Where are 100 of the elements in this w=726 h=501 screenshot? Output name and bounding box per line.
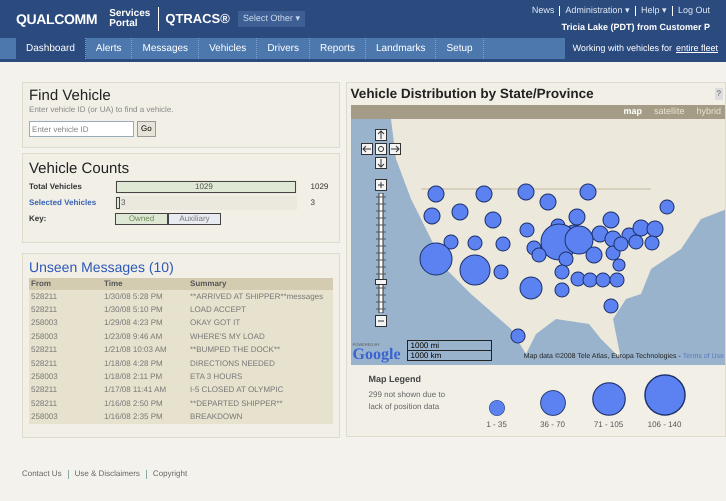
nav-tab[interactable]: Vehicles [199, 38, 258, 59]
legend-title: Map Legend [368, 373, 422, 386]
vehicle-bubble[interactable] [613, 236, 628, 252]
vehicle-bubble[interactable] [519, 276, 542, 300]
vehicle-bubble[interactable] [451, 204, 468, 220]
vehicle-id-field[interactable]: Enter vehicle ID [29, 121, 134, 137]
nav-tab[interactable]: Setup [436, 38, 484, 59]
selected-vehicles-link[interactable]: Selected Vehicles [29, 197, 115, 209]
google-wordmark: Google [352, 347, 401, 363]
legend-range: 106 - 140 [648, 419, 682, 431]
pan-arrow-icon [374, 157, 387, 169]
vehicle-bubble[interactable] [595, 272, 610, 288]
zoom-slider-thumb[interactable] [374, 278, 387, 284]
vehicle-bubble[interactable] [605, 246, 620, 260]
table-cell: BREAKDOWN [188, 410, 333, 424]
table-cell: 528211 [29, 303, 102, 317]
table-cell: 1/17/08 11:41 AM [102, 384, 188, 398]
vehicle-bubble[interactable] [568, 208, 586, 226]
help-button[interactable]: ? [714, 88, 723, 100]
panel-title: Vehicle Counts [29, 160, 130, 177]
nav-tab[interactable]: Messages [132, 38, 200, 59]
vehicle-bubble[interactable] [531, 248, 546, 262]
bar-value: 3 [121, 197, 126, 209]
legend-note: 299 not shown due to lack of position data [368, 388, 446, 412]
vehicle-bubble[interactable] [539, 194, 556, 210]
panel-title: Unseen Messages (10) [29, 258, 175, 276]
table-cell: ETA 3 HOURS [188, 370, 333, 384]
vehicle-bubble[interactable] [644, 236, 660, 250]
legend-bubble [644, 374, 686, 416]
header-link[interactable]: Help ▾ [640, 4, 667, 18]
vehicle-bubble[interactable] [609, 272, 624, 288]
zoom-slider[interactable] [374, 193, 387, 313]
entire-fleet-link[interactable]: entire fleet [676, 42, 718, 56]
table-cell: **DEPARTED SHIPPER** [188, 397, 333, 411]
nav-tab[interactable]: Landmarks [366, 38, 436, 59]
vehicle-bubble[interactable] [519, 222, 534, 238]
go-button[interactable]: Go [137, 121, 156, 137]
select-other-dropdown[interactable]: Select Other ▾ [238, 11, 306, 27]
vehicle-bubble[interactable] [475, 186, 492, 202]
vehicle-bubble[interactable] [632, 220, 650, 236]
vehicle-bubble[interactable] [579, 184, 596, 200]
vehicle-bubble[interactable] [510, 328, 526, 344]
hint-text: Enter vehicle ID (or UA) to find a vehicle. [29, 104, 175, 116]
vehicle-bubble[interactable] [602, 212, 620, 228]
column-header: Time [102, 278, 188, 290]
vehicle-bubble[interactable] [493, 264, 508, 280]
portal-name: Services [109, 9, 150, 19]
table-cell: 258003 [29, 330, 102, 344]
header-link[interactable]: Administration ▾ [565, 4, 630, 18]
legend-range: 36 - 70 [540, 419, 565, 431]
portal-name: Portal [109, 19, 139, 29]
company-logo: QUALCOMM [16, 10, 98, 29]
vehicle-bubble[interactable] [443, 234, 458, 250]
pan-arrow-icon [388, 143, 401, 155]
table-cell: DIRECTIONS NEEDED [188, 356, 333, 370]
footer-link[interactable]: Contact Us [22, 468, 62, 480]
vehicle-bubble[interactable] [495, 236, 510, 252]
vehicle-bubble[interactable] [585, 246, 602, 264]
vehicle-bubble[interactable] [467, 236, 482, 250]
nav-tab[interactable]: Drivers [257, 38, 310, 59]
table-cell: 1/16/08 2:35 PM [102, 410, 188, 424]
table-cell: OKAY GOT IT [188, 316, 333, 330]
vehicle-bubble[interactable] [659, 200, 674, 214]
vehicle-bubble[interactable] [459, 254, 490, 286]
scale-label: 1000 km [410, 351, 442, 360]
footer-link[interactable]: Copyright [152, 468, 188, 480]
vehicle-bubble[interactable] [427, 186, 444, 202]
table-cell: 258003 [29, 410, 102, 424]
nav-tab[interactable]: Alerts [86, 38, 132, 59]
vehicle-bubble[interactable] [558, 252, 574, 266]
vehicle-bubble[interactable] [570, 272, 586, 286]
vehicle-bubble[interactable] [517, 184, 534, 200]
vehicle-bubble[interactable] [554, 264, 570, 280]
pan-arrow-icon [374, 129, 387, 141]
count-value: 3 [310, 197, 316, 209]
vehicle-bubble[interactable] [484, 212, 502, 228]
scale-label: 1000 mi [408, 341, 491, 351]
column-header: From [29, 278, 102, 290]
nav-tab[interactable]: Dashboard [16, 38, 86, 59]
bar-value: 1029 [195, 181, 213, 193]
footer-link[interactable]: Use & Disclaimers [74, 468, 140, 480]
vehicle-bubble[interactable] [603, 298, 618, 314]
vehicle-bubble[interactable] [628, 234, 644, 250]
vehicle-bubble[interactable] [564, 226, 594, 254]
panel-title: Find Vehicle [29, 87, 112, 104]
table-cell: 528211 [29, 397, 102, 411]
vehicle-bubble[interactable] [582, 272, 598, 288]
header-link[interactable]: News [532, 4, 554, 18]
vehicle-bubble[interactable] [419, 242, 452, 276]
map-type-tab[interactable]: map [623, 105, 642, 119]
vehicle-bubble[interactable] [423, 208, 440, 224]
pan-arrow-icon [360, 143, 373, 155]
key-swatch: Auxiliary [168, 213, 221, 225]
vehicle-bubble[interactable] [554, 282, 570, 298]
header-link[interactable]: Log Out [678, 4, 710, 18]
vehicle-bubble[interactable] [646, 220, 664, 238]
table-cell: 258003 [29, 316, 102, 330]
legend-bubble [592, 382, 626, 416]
table-cell: 258003 [29, 370, 102, 384]
nav-tab[interactable]: Reports [310, 38, 366, 59]
